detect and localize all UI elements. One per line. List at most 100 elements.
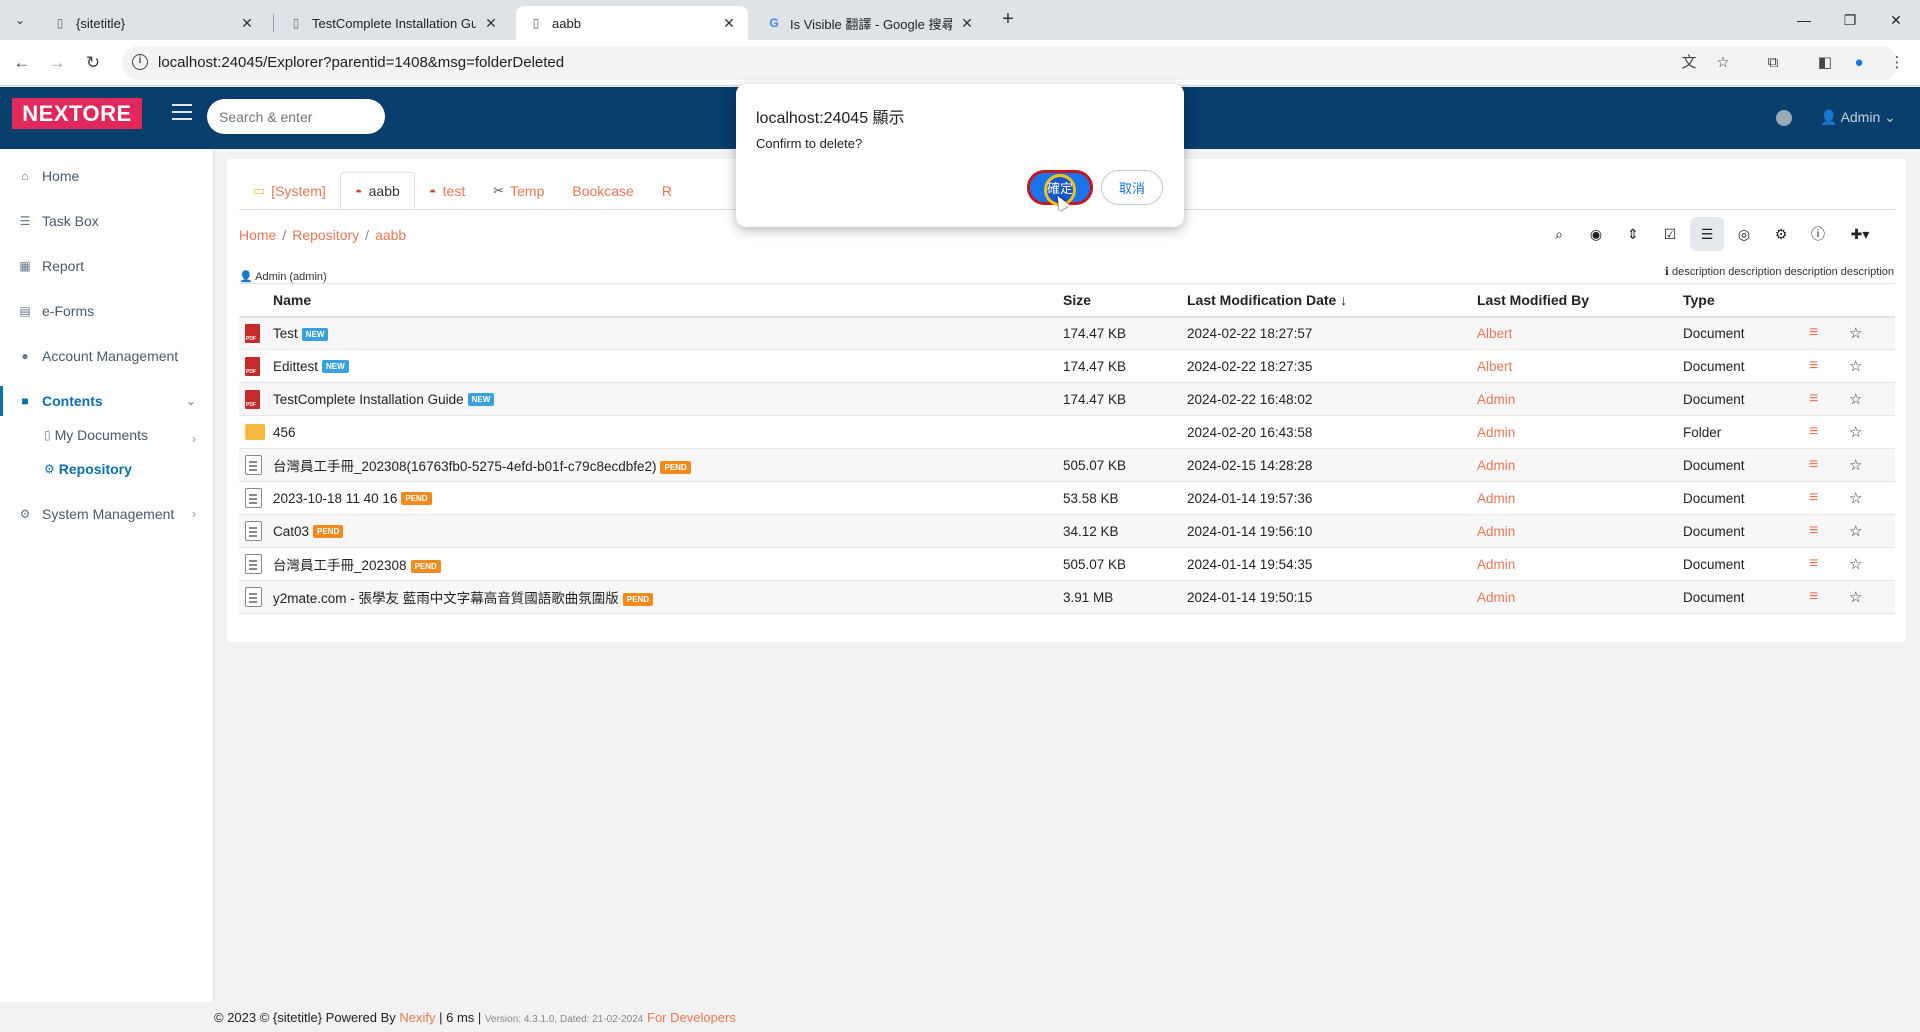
file-name[interactable]: TestComplete Installation Guide xyxy=(273,392,464,407)
favorite-star-icon[interactable]: ☆ xyxy=(1849,391,1862,408)
bookmark-star-icon[interactable]: ☆ xyxy=(1712,52,1734,74)
file-name[interactable]: 456 xyxy=(273,425,296,440)
file-name[interactable]: Edittest xyxy=(273,359,318,374)
reload-icon[interactable]: ↻ xyxy=(80,50,106,76)
sidebar-item-contents[interactable]: ■ Contents ⌄ xyxy=(0,383,214,419)
modified-by-link[interactable]: Albert xyxy=(1477,359,1512,374)
close-icon[interactable]: ✕ xyxy=(958,15,976,32)
gear-icon[interactable]: ⚙ xyxy=(1764,217,1798,251)
info-icon[interactable]: ⓘ xyxy=(1801,217,1835,251)
sidebar-item-account-management[interactable]: ● Account Management xyxy=(0,338,214,374)
header-date[interactable]: Last Modification Date ↓ xyxy=(1187,283,1477,318)
cancel-button[interactable]: 取消 xyxy=(1101,170,1163,205)
table-row[interactable]: 台灣員工手冊_202308 PEND 505.07 KB 2024-01-14 19:… xyxy=(239,547,1895,581)
table-row[interactable]: 456 2024-02-20 16:43:58 Admin Folder ≡ ☆ xyxy=(239,415,1895,449)
tab-aabb[interactable]: ◓ aabb xyxy=(339,172,415,210)
browser-tab-aabb[interactable]: ▯ aabb ✕ xyxy=(516,6,748,40)
site-info-icon[interactable]: i xyxy=(132,54,148,70)
sidebar-item-report[interactable]: ▦ Report xyxy=(0,248,214,284)
close-icon[interactable]: ✕ xyxy=(482,15,500,32)
file-name[interactable]: Test xyxy=(273,326,298,341)
name-cell[interactable]: 456 xyxy=(273,415,1063,449)
user-circle-icon[interactable]: ◎ xyxy=(1727,217,1761,251)
favorite-star-icon[interactable]: ☆ xyxy=(1849,325,1862,342)
row-menu-icon[interactable]: ≡ xyxy=(1809,324,1818,341)
file-name[interactable]: y2mate.com - 張學友 藍雨中文字幕高音質國語歌曲氛圍版 xyxy=(273,591,619,606)
name-cell[interactable]: y2mate.com - 張學友 藍雨中文字幕高音質國語歌曲氛圍版 PEND xyxy=(273,580,1063,614)
tab-search-chevron-icon[interactable]: ⌄ xyxy=(8,8,32,32)
table-row[interactable]: Edittest NEW 174.47 KB2024-02-22 18:27:35A… xyxy=(239,349,1895,383)
name-cell[interactable]: 2023-10-18 11 40 16 PEND xyxy=(273,481,1063,515)
header-name[interactable]: Name xyxy=(273,283,1063,318)
chevron-right-icon[interactable]: › xyxy=(170,421,200,457)
globe-icon[interactable] xyxy=(1776,110,1792,126)
translate-icon[interactable]: 文 xyxy=(1678,52,1700,74)
back-icon[interactable]: ← xyxy=(9,50,35,76)
table-row[interactable]: TestComplete Installation GuideNEW174.47… xyxy=(239,382,1895,416)
favorite-star-icon[interactable]: ☆ xyxy=(1849,358,1862,375)
favorite-star-icon[interactable]: ☆ xyxy=(1849,556,1862,573)
minimize-icon[interactable]: — xyxy=(1781,0,1827,40)
table-row[interactable]: 台灣員工手冊_202308(16763fb0-5275-4efd-b01f-c7… xyxy=(239,448,1895,482)
footer-developers-link[interactable]: For Developers xyxy=(647,1010,736,1025)
row-menu-icon[interactable]: ≡ xyxy=(1809,522,1818,539)
name-cell[interactable]: TestComplete Installation Guide NEW xyxy=(273,382,1063,416)
row-menu-icon[interactable]: ≡ xyxy=(1809,390,1818,407)
omnibox[interactable]: i localhost:24045/Explorer?parentid=1408… xyxy=(122,46,1898,80)
tab-temp[interactable]: ✂ Temp xyxy=(479,172,558,210)
table-row[interactable]: y2mate.com - 張學友 藍雨中文字幕高音質國語歌曲氛圍版 PEND 3.9… xyxy=(239,580,1895,614)
row-menu-icon[interactable]: ≡ xyxy=(1809,489,1818,506)
footer-brand-link[interactable]: Nexify xyxy=(399,1010,435,1025)
favorite-star-icon[interactable]: ☆ xyxy=(1849,490,1862,507)
breadcrumb-aabb[interactable]: aabb xyxy=(375,227,406,243)
row-menu-icon[interactable]: ≡ xyxy=(1809,357,1818,374)
search-input[interactable]: Search & enter xyxy=(207,99,385,134)
modified-by-link[interactable]: Admin xyxy=(1477,590,1515,605)
new-tab-button[interactable]: + xyxy=(996,8,1020,32)
sidebar-item-eforms[interactable]: ▤ e-Forms xyxy=(0,293,214,329)
tab-system[interactable]: ▭ [System] xyxy=(239,172,340,210)
close-icon[interactable]: ✕ xyxy=(238,15,256,32)
modified-by-link[interactable]: Admin xyxy=(1477,557,1515,572)
browser-tab-google[interactable]: G Is Visible 翻譯 - Google 搜尋 ✕ xyxy=(754,6,986,40)
table-row[interactable]: Cat03 PEND 34.12 KB 2024-01-14 19:56:10 Admi… xyxy=(239,514,1895,548)
file-name[interactable]: 台灣員工手冊_202308(16763fb0-5275-4efd-b01f-c7… xyxy=(273,459,656,474)
row-menu-icon[interactable]: ≡ xyxy=(1809,588,1818,605)
file-name[interactable]: 2023-10-18 11 40 16 xyxy=(273,491,397,506)
modified-by-link[interactable]: Admin xyxy=(1477,524,1515,539)
extensions-icon[interactable]: ⧉ xyxy=(1762,52,1784,74)
header-modified-by[interactable]: Last Modified By xyxy=(1477,283,1683,318)
row-menu-icon[interactable]: ≡ xyxy=(1809,423,1818,440)
table-row[interactable]: TestNEW174.47 KB2024-02-22 18:27:57Alber… xyxy=(239,316,1895,350)
modified-by-link[interactable]: Admin xyxy=(1477,392,1515,407)
browser-tab-sitetitle[interactable]: ▯ {sitetitle} ✕ xyxy=(40,6,266,40)
profile-icon[interactable]: ● xyxy=(1848,52,1870,74)
modified-by-link[interactable]: Admin xyxy=(1477,458,1515,473)
name-cell[interactable]: 台灣員工手冊_202308 PEND xyxy=(273,547,1063,581)
sidebar-subitem-repository[interactable]: ⚙ Repository xyxy=(44,457,132,481)
breadcrumb-home[interactable]: Home xyxy=(239,227,276,243)
search-icon[interactable]: ⌕ xyxy=(1542,217,1576,251)
name-cell[interactable]: Cat03 PEND xyxy=(273,514,1063,548)
restore-icon[interactable]: ❐ xyxy=(1827,0,1873,40)
name-cell[interactable]: 台灣員工手冊_202308(16763fb0-5275-4efd-b01f-c7… xyxy=(273,448,1063,482)
side-panel-icon[interactable]: ◧ xyxy=(1814,52,1836,74)
table-row[interactable]: 2023-10-18 11 40 16 PEND 53.58 KB 2024-01-1… xyxy=(239,481,1895,515)
user-menu[interactable]: 👤 Admin ⌄ xyxy=(1820,109,1896,126)
hamburger-menu-icon[interactable] xyxy=(172,104,192,122)
modified-by-link[interactable]: Admin xyxy=(1477,491,1515,506)
list-view-icon[interactable]: ☰ xyxy=(1690,217,1724,251)
check-square-icon[interactable]: ☑ xyxy=(1653,217,1687,251)
breadcrumb-repository[interactable]: Repository xyxy=(292,227,359,243)
row-menu-icon[interactable]: ≡ xyxy=(1809,555,1818,572)
browser-tab-testcomplete[interactable]: ▯ TestComplete Installation Gui ✕ xyxy=(276,6,510,40)
file-name[interactable]: 台灣員工手冊_202308 xyxy=(273,558,407,573)
header-size[interactable]: Size xyxy=(1063,283,1187,318)
sidebar-item-home[interactable]: ⌂ Home xyxy=(0,158,214,194)
name-cell[interactable]: Test NEW xyxy=(273,316,1063,350)
favorite-star-icon[interactable]: ☆ xyxy=(1849,523,1862,540)
modified-by-link[interactable]: Admin xyxy=(1477,425,1515,440)
favorite-star-icon[interactable]: ☆ xyxy=(1849,424,1862,441)
file-name[interactable]: Cat03 xyxy=(273,524,309,539)
sidebar-item-task-box[interactable]: ☰ Task Box xyxy=(0,203,214,239)
